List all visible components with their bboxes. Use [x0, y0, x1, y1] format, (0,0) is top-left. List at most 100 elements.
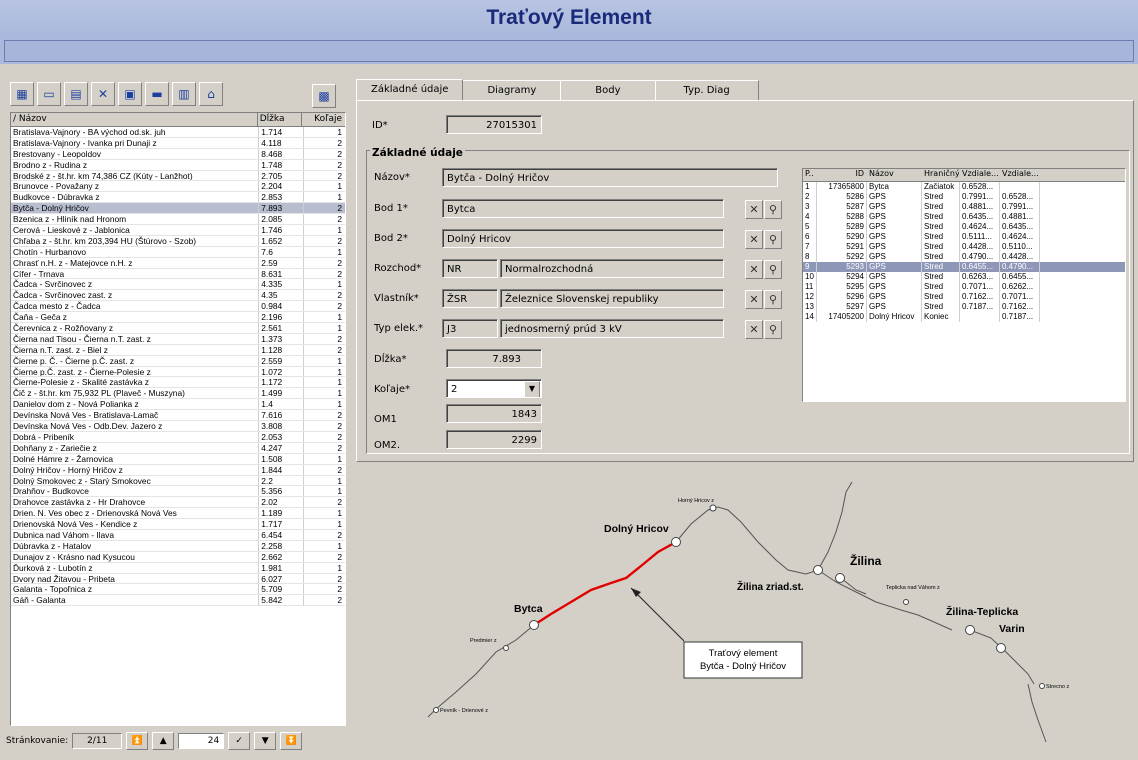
typ-elek-code-field[interactable]: J3 — [442, 319, 498, 338]
list-item[interactable]: Čadca - Svrčinovec zast. z 4.35 2 — [11, 290, 345, 302]
list-item[interactable]: Čierne p. Č. - Čierne p.Č. zast. z 2.559 1 — [11, 355, 345, 367]
stop-teplicka-node[interactable] — [903, 599, 909, 605]
list-item[interactable]: Čierne-Polesie z - Skalité zastávka z 1.1… — [11, 377, 345, 389]
list-item[interactable]: Brodno z - Rudina z 1.748 2 — [11, 159, 345, 171]
list-item[interactable]: Brestovany - Leopoldov 8.468 2 — [11, 148, 345, 160]
bod1-field[interactable]: Bytca — [442, 199, 724, 218]
tab-body[interactable]: Body — [560, 80, 656, 101]
list-item[interactable]: Dolný Smokovec z - Starý Smokovec 2.2 1 — [11, 475, 345, 487]
list-item[interactable]: Drahňov - Budkovce 5.356 1 — [11, 486, 345, 498]
points-row[interactable]: 3 5287 GPS Stred 0.4881... 0.7991... — [803, 202, 1125, 212]
om2-field[interactable]: 2299 — [446, 430, 542, 449]
vlastnik-search-icon[interactable]: ⚲ — [764, 290, 782, 309]
list-item[interactable]: Dvory nad Žitavou - Pribeta 6.027 2 — [11, 573, 345, 585]
list-item[interactable]: Brunovce - Považany z 2.204 1 — [11, 181, 345, 193]
station-zilina-zriad-node[interactable] — [813, 565, 823, 575]
points-row[interactable]: 2 5286 GPS Stred 0.7991... 0.6528... — [803, 192, 1125, 202]
points-row[interactable]: 10 5294 GPS Stred 0.6263... 0.6455... — [803, 272, 1125, 282]
list-item[interactable]: Dolný Hričov - Horný Hričov z 1.844 2 — [11, 464, 345, 476]
stop-pevnik-node[interactable] — [433, 707, 439, 713]
last-page-button[interactable]: ⏬ — [280, 732, 303, 750]
list-item[interactable]: Dúbravka z - Hatalov 2.258 1 — [11, 540, 345, 552]
rozchod-search-icon[interactable]: ⚲ — [764, 260, 782, 279]
table-icon[interactable]: ▤ — [64, 82, 88, 106]
grid-view-icon[interactable]: ▦ — [10, 82, 34, 106]
points-col-hranicny[interactable]: Hraničný — [922, 169, 960, 181]
station-zilina-teplicka-node[interactable] — [965, 625, 975, 635]
station-zilina-node[interactable] — [835, 573, 845, 583]
om1-field[interactable]: 1843 — [446, 404, 542, 423]
list-item[interactable]: Chotín - Hurbanovo 7.6 1 — [11, 246, 345, 258]
list-item[interactable]: Chľaba z - št.hr. km 203,394 HU (Štúrovo… — [11, 235, 345, 247]
next-page-button[interactable]: ▼ — [254, 732, 277, 750]
dlzka-field[interactable]: 7.893 — [446, 349, 542, 368]
list-item[interactable]: Čierna nad Tisou - Čierna n.T. zast. z 1.… — [11, 333, 345, 345]
col-length-header[interactable]: Dĺžka — [258, 113, 303, 126]
list-item[interactable]: Budkovce - Dúbravka z 2.853 1 — [11, 192, 345, 204]
stop-horny-hricov-node[interactable] — [709, 504, 717, 512]
export-icon[interactable]: ▩ — [312, 84, 336, 108]
stop-strecno-node[interactable] — [1039, 683, 1045, 689]
map-icon[interactable]: ⌂ — [199, 82, 223, 106]
points-row[interactable]: 13 5297 GPS Stred 0.7187... 0.7162... — [803, 302, 1125, 312]
list-item[interactable]: Devínska Nová Ves - Bratislava-Lamač 7.61… — [11, 410, 345, 422]
list-item[interactable]: Dolné Hámre z - Žarnovica 1.508 1 — [11, 453, 345, 465]
bod2-search-icon[interactable]: ⚲ — [764, 230, 782, 249]
save-icon[interactable]: ▣ — [118, 82, 142, 106]
bod2-field[interactable]: Dolný Hricov — [442, 229, 724, 248]
rozchod-name-field[interactable]: Normalrozchodná — [500, 259, 724, 278]
points-row[interactable]: 12 5296 GPS Stred 0.7162... 0.7071... — [803, 292, 1125, 302]
rozchod-code-field[interactable]: NR — [442, 259, 498, 278]
list-item[interactable]: Čadca - Svrčinovec z 4.335 1 — [11, 279, 345, 291]
list-item[interactable]: Čierna n.T. zast. z - Biel z 1.128 2 — [11, 344, 345, 356]
id-field[interactable]: 27015301 — [446, 115, 542, 134]
element-list[interactable]: / Názov Dĺžka Koľaje Bratislava-Vajnory … — [10, 112, 346, 726]
list-item[interactable]: Chrasť n.H. z - Matejovce n.H. z 2.59 2 — [11, 257, 345, 269]
bod1-search-icon[interactable]: ⚲ — [764, 200, 782, 219]
list-item[interactable]: Čierne p.Č. zast. z - Čierne-Polesie z 1.… — [11, 366, 345, 378]
list-item[interactable]: Danielov dom z - Nová Polianka z 1.4 1 — [11, 399, 345, 411]
points-grid[interactable]: P.. ID Názov Hraničný Vzdiale... Vzdiale… — [802, 168, 1126, 402]
bod2-clear-icon[interactable]: ✕ — [745, 230, 763, 249]
tab-typ-diag[interactable]: Typ. Diag — [654, 80, 759, 101]
list-item[interactable]: Drien. N. Ves obec z - Drienovská Nová V… — [11, 508, 345, 520]
list-item[interactable]: Ďurková z - Lubotín z 1.981 1 — [11, 562, 345, 574]
list-item[interactable]: Bratislava-Vajnory - Ivanka pri Dunaji z… — [11, 137, 345, 149]
kolaje-select[interactable]: 2 ▼ — [446, 379, 542, 398]
tab-zakladne-udaje[interactable]: Základné údaje — [356, 79, 464, 101]
delete-icon[interactable]: ▥ — [172, 82, 196, 106]
points-row[interactable]: 1 17365800 Bytca Začiatok 0.6528... — [803, 182, 1125, 192]
page-size-spinner[interactable]: 24 — [178, 733, 225, 749]
points-col-id[interactable]: ID — [817, 169, 867, 181]
list-item[interactable]: Čaňa - Geča z 2.196 1 — [11, 312, 345, 324]
col-tracks-header[interactable]: Koľaje — [302, 113, 345, 126]
confirm-page-button[interactable]: ✓ — [228, 732, 251, 750]
form-view-icon[interactable]: ▭ — [37, 82, 61, 106]
highlighted-segment[interactable] — [533, 540, 677, 627]
stop-predmier-node[interactable] — [503, 645, 509, 651]
points-col-vzdialenost1[interactable]: Vzdiale... — [960, 169, 1000, 181]
points-col-vzdialenost2[interactable]: Vzdiale... — [1000, 169, 1040, 181]
name-field[interactable]: Bytča - Dolný Hričov — [442, 168, 778, 187]
list-item[interactable]: Dubnica nad Váhom - Ilava 6.454 2 — [11, 529, 345, 541]
list-item[interactable]: Bratislava-Vajnory - BA východ od.sk. ju… — [11, 127, 345, 138]
points-row[interactable]: 9 5293 GPS Stred 0.6455... 0.4790... — [803, 262, 1125, 272]
list-item[interactable]: Brodské z - št.hr. km 74,386 CZ (Kúty - … — [11, 170, 345, 182]
points-col-p[interactable]: P.. — [803, 169, 817, 181]
typ-elek-clear-icon[interactable]: ✕ — [745, 320, 763, 339]
list-item[interactable]: Cerová - Lieskové z - Jablonica 1.746 1 — [11, 225, 345, 236]
clear-filter-icon[interactable]: ✕ — [91, 82, 115, 106]
points-row[interactable]: 11 5295 GPS Stred 0.7071... 0.6262... — [803, 282, 1125, 292]
points-row[interactable]: 14 17405200 Dolný Hricov Koniec 0.7187... — [803, 312, 1125, 322]
points-row[interactable]: 4 5288 GPS Stred 0.6435... 0.4881... — [803, 212, 1125, 222]
list-item[interactable]: Bytča - Dolný Hričov 7.893 2 — [11, 203, 345, 215]
list-item[interactable]: Drienovská Nová Ves - Kendice z 1.717 1 — [11, 519, 345, 530]
bod1-clear-icon[interactable]: ✕ — [745, 200, 763, 219]
list-item[interactable]: Čerevnica z - Rožňovany z 2.561 1 — [11, 323, 345, 334]
prev-page-button[interactable]: ▲ — [152, 732, 175, 750]
col-name-header[interactable]: / Názov — [11, 113, 258, 126]
list-item[interactable]: Dobrá - Pribeník 2.053 2 — [11, 431, 345, 443]
station-varin-node[interactable] — [996, 643, 1006, 653]
station-dolny-hricov-node[interactable] — [671, 537, 681, 547]
points-row[interactable]: 5 5289 GPS Stred 0.4624... 0.6435... — [803, 222, 1125, 232]
